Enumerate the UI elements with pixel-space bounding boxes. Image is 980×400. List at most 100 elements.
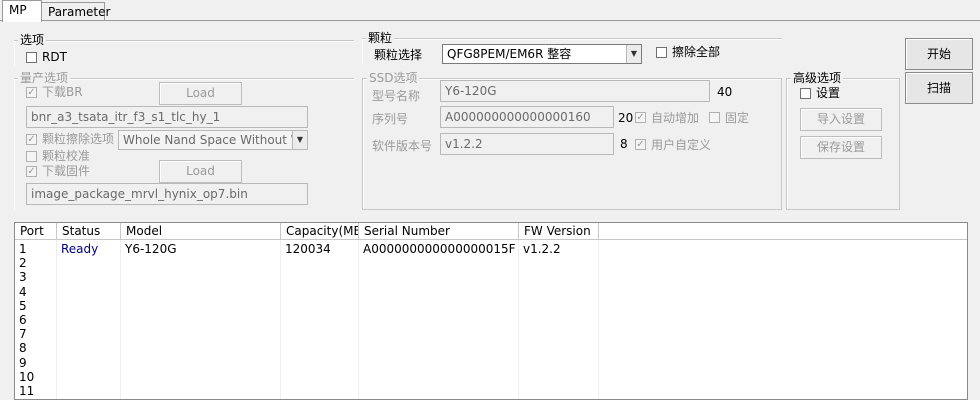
column-header-filler <box>599 223 967 240</box>
cell-fw <box>519 313 523 327</box>
chevron-down-icon[interactable]: ▼ <box>292 131 307 149</box>
column-header-fw-version[interactable]: FW Version <box>519 223 599 240</box>
table-row[interactable]: 9 <box>15 356 967 370</box>
cell-capacity <box>281 327 285 341</box>
fw-file-field[interactable]: image_package_mrvl_hynix_op7.bin <box>26 183 308 205</box>
check-icon: ✓ <box>636 139 645 150</box>
cell-capacity <box>281 313 285 327</box>
table-row[interactable]: 1 Ready Y6-120G 120034 A000000000000000015F v… <box>15 242 967 256</box>
device-list[interactable]: Port Status Model Capacity(MB) Serial Nu… <box>14 222 968 400</box>
import-settings-button[interactable]: 导入设置 <box>800 108 882 131</box>
tab-parameter[interactable]: Parameter <box>41 2 110 20</box>
fw-version-length: 8 <box>620 137 628 151</box>
cell-port: 6 <box>19 313 27 327</box>
table-row[interactable]: 8 <box>15 341 967 356</box>
rdt-checkbox[interactable] <box>26 52 37 63</box>
erase-option-select[interactable]: Whole Nand Space Without WPE ▼ <box>118 130 308 150</box>
erase-all-checkbox[interactable] <box>656 47 667 58</box>
cell-model <box>121 285 125 299</box>
cell-status <box>57 270 61 284</box>
serial-label: 序列号 <box>372 112 409 126</box>
cell-port: 3 <box>19 270 27 285</box>
fw-version-field[interactable]: v1.2.2 <box>440 133 614 155</box>
model-name-field[interactable]: Y6-120G <box>440 80 710 102</box>
cell-status <box>57 327 61 341</box>
table-row[interactable]: 11 <box>15 384 967 398</box>
cell-serial <box>359 313 363 327</box>
cell-capacity <box>281 370 285 384</box>
table-row[interactable]: 10 <box>15 369 967 384</box>
cell-capacity <box>281 299 285 313</box>
options-legend: 选项 <box>18 33 47 47</box>
cell-model <box>121 270 125 284</box>
column-header-capacity[interactable]: Capacity(MB) <box>281 223 359 240</box>
cell-capacity <box>281 285 285 299</box>
cell-port: 11 <box>19 384 35 398</box>
ssd-options-legend: SSD选项 <box>367 71 420 85</box>
cell-status <box>57 384 61 398</box>
cell-capacity: 120034 <box>285 242 331 256</box>
flash-verify-checkbox[interactable] <box>26 151 37 162</box>
column-header-port[interactable]: Port <box>15 223 57 240</box>
cell-fw <box>519 356 523 370</box>
flash-legend: 颗粒 <box>366 31 395 45</box>
load-br-button[interactable]: Load <box>159 82 242 105</box>
cell-model: Y6-120G <box>125 242 177 256</box>
cell-serial <box>359 370 363 384</box>
column-header-serial[interactable]: Serial Number <box>359 223 519 240</box>
column-header-status[interactable]: Status <box>57 223 121 240</box>
check-icon: ✓ <box>27 87 36 98</box>
erase-option-checkbox[interactable]: ✓ <box>26 134 37 145</box>
download-br-checkbox[interactable]: ✓ <box>26 87 37 98</box>
table-row[interactable]: 7 <box>15 327 967 342</box>
chevron-down-icon[interactable]: ▼ <box>626 45 641 63</box>
table-row[interactable]: 3 <box>15 270 967 285</box>
cell-fw <box>519 285 523 299</box>
cell-serial <box>359 341 363 355</box>
cell-port: 5 <box>19 298 27 313</box>
auto-increment-checkbox[interactable]: ✓ <box>635 112 646 123</box>
table-row[interactable]: 5 <box>15 298 967 313</box>
flash-select[interactable]: QFG8PEM/EM6R 整容 ▼ <box>442 44 642 64</box>
cell-capacity <box>281 356 285 370</box>
erase-all-label: 擦除全部 <box>672 45 721 59</box>
table-row[interactable]: 6 <box>15 313 967 327</box>
cell-model <box>121 299 125 313</box>
serial-field[interactable]: A000000000000000160 <box>440 106 614 128</box>
load-fw-button[interactable]: Load <box>159 160 242 183</box>
br-file-field[interactable]: bnr_a3_tsata_itr_f3_s1_tlc_hy_1 <box>26 106 308 128</box>
settings-label: 设置 <box>816 86 841 100</box>
check-icon: ✓ <box>27 166 36 177</box>
column-header-model[interactable]: Model <box>121 223 281 240</box>
save-settings-button[interactable]: 保存设置 <box>800 136 882 159</box>
cell-port: 7 <box>19 327 27 342</box>
table-row[interactable]: 4 <box>15 284 967 299</box>
tab-mp[interactable]: MP <box>2 0 42 22</box>
cell-serial <box>359 356 363 370</box>
download-fw-checkbox[interactable]: ✓ <box>26 166 37 177</box>
cell-status <box>57 299 61 313</box>
fixed-label: 固定 <box>725 111 750 125</box>
cell-fw <box>519 341 523 355</box>
cell-status <box>57 313 61 327</box>
cell-fw <box>519 370 523 384</box>
custom-checkbox[interactable]: ✓ <box>635 139 646 150</box>
model-name-label: 型号名称 <box>372 89 421 103</box>
settings-checkbox[interactable] <box>800 88 811 99</box>
flash-verify-label: 颗粒校准 <box>42 149 91 163</box>
start-button[interactable]: 开始 <box>905 38 973 70</box>
check-icon: ✓ <box>636 112 645 123</box>
cell-status <box>57 285 61 299</box>
cell-port: 4 <box>19 284 27 299</box>
cell-model <box>121 256 125 270</box>
download-br-label: 下载BR <box>42 85 83 99</box>
cell-fw <box>519 384 523 398</box>
cell-serial: A000000000000000015F <box>363 242 516 256</box>
scan-button[interactable]: 扫描 <box>905 72 973 104</box>
cell-serial <box>359 256 363 270</box>
cell-serial <box>359 270 363 284</box>
table-row[interactable]: 2 <box>15 256 967 270</box>
cell-port: 8 <box>19 341 27 356</box>
fixed-checkbox[interactable] <box>709 112 720 123</box>
cell-port: 10 <box>19 369 35 384</box>
